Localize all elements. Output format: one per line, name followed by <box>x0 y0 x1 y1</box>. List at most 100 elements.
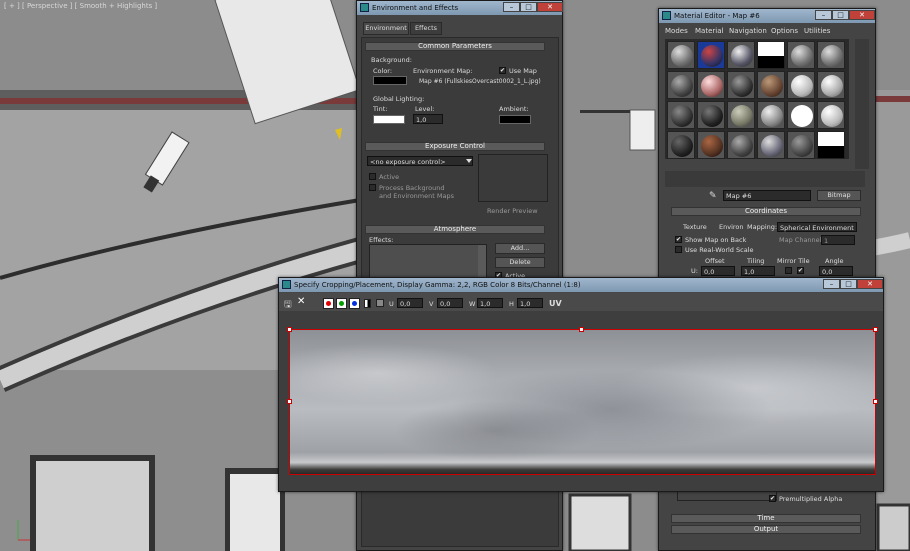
exposure-control-dropdown[interactable]: <no exposure control> <box>367 156 473 166</box>
sample-slot[interactable] <box>787 101 815 129</box>
background-color-swatch[interactable] <box>373 76 407 85</box>
environ-radio[interactable]: Environ <box>719 223 744 231</box>
close-icon[interactable]: ✕ <box>297 296 305 307</box>
crop-handle-left[interactable] <box>287 399 292 404</box>
u-angle-spinner[interactable]: 0,0 <box>819 266 853 276</box>
sample-slot[interactable] <box>667 71 695 99</box>
sample-slot[interactable] <box>787 41 815 69</box>
background-label: Background: <box>371 56 412 64</box>
sample-slot[interactable] <box>817 71 845 99</box>
sample-slot[interactable] <box>667 41 695 69</box>
mat-minimize-button[interactable]: – <box>815 10 832 20</box>
crop-handle-topright[interactable] <box>873 327 878 332</box>
sample-slot[interactable] <box>727 41 755 69</box>
u-mirror-checkbox[interactable] <box>785 267 792 274</box>
sample-slot[interactable] <box>787 71 815 99</box>
blue-channel-button[interactable] <box>349 298 360 309</box>
sample-slot[interactable] <box>697 101 725 129</box>
sample-slot[interactable] <box>757 131 785 159</box>
u-tiling-spinner[interactable]: 1,0 <box>741 266 775 276</box>
red-channel-icon <box>326 301 331 306</box>
app-icon <box>282 280 291 289</box>
sample-slot[interactable] <box>787 131 815 159</box>
mapping-dropdown[interactable]: Spherical Environment <box>777 222 857 232</box>
tab-effects[interactable]: Effects <box>410 22 442 35</box>
eyedropper-icon[interactable]: ✎ <box>709 191 719 201</box>
sample-slot[interactable] <box>727 71 755 99</box>
bottom-toolbar[interactable] <box>665 171 865 187</box>
sample-slot[interactable] <box>757 41 785 69</box>
use-map-checkbox[interactable]: ✔ <box>499 67 506 74</box>
map-type-button[interactable]: Bitmap <box>817 190 861 201</box>
sample-slot[interactable] <box>697 71 725 99</box>
sample-slot[interactable] <box>757 101 785 129</box>
alpha-channel-icon[interactable] <box>376 299 384 307</box>
mat-close-button[interactable]: ✕ <box>849 10 875 20</box>
uv-toggle[interactable]: UV <box>549 299 562 308</box>
h-size-spinner[interactable]: 1,0 <box>517 298 543 308</box>
mat-maximize-button[interactable]: □ <box>832 10 849 20</box>
tint-color-swatch[interactable] <box>373 115 405 124</box>
map-name-dropdown[interactable]: Map #6 <box>723 190 811 201</box>
premultiplied-alpha-checkbox[interactable]: ✔ <box>769 495 776 502</box>
env-close-button[interactable]: ✕ <box>537 2 563 12</box>
crop-handle-top[interactable] <box>579 327 584 332</box>
sample-slot[interactable] <box>817 101 845 129</box>
menu-navigation[interactable]: Navigation <box>729 27 767 35</box>
crop-handle-topleft[interactable] <box>287 327 292 332</box>
sample-slot[interactable] <box>697 41 725 69</box>
ambient-color-swatch[interactable] <box>499 115 531 124</box>
sample-slot[interactable] <box>817 41 845 69</box>
tiling-label: Tiling <box>747 257 765 265</box>
tab-environment[interactable]: Environment <box>363 22 409 35</box>
sample-slot[interactable] <box>727 101 755 129</box>
delete-effect-button[interactable]: Delete <box>495 257 545 268</box>
exposure-active-checkbox[interactable] <box>369 173 376 180</box>
crop-titlebar[interactable]: Specify Cropping/Placement, Display Gamm… <box>279 278 883 292</box>
menu-utilities[interactable]: Utilities <box>804 27 830 35</box>
level-spinner[interactable]: 1,0 <box>413 114 443 124</box>
crop-handle-right[interactable] <box>873 399 878 404</box>
rollout-common-parameters[interactable]: Common Parameters <box>365 42 545 51</box>
real-world-scale-checkbox[interactable] <box>675 246 682 253</box>
v-coord-spinner[interactable]: 0,0 <box>437 298 463 308</box>
side-toolbar[interactable] <box>855 39 869 169</box>
add-effect-button[interactable]: Add... <box>495 243 545 254</box>
sample-slot[interactable] <box>667 131 695 159</box>
u-coord-spinner[interactable]: 0,0 <box>397 298 423 308</box>
env-minimize-button[interactable]: – <box>503 2 520 12</box>
green-channel-button[interactable] <box>336 298 347 309</box>
red-channel-button[interactable] <box>323 298 334 309</box>
crop-maximize-button[interactable]: □ <box>840 279 857 289</box>
menu-modes[interactable]: Modes <box>665 27 688 35</box>
map-channel-spinner[interactable]: 1 <box>821 235 855 245</box>
rollout-output[interactable]: Output <box>671 525 861 534</box>
texture-radio[interactable]: Texture <box>683 223 707 231</box>
sample-slots-grid[interactable] <box>665 39 849 159</box>
show-map-on-back-checkbox[interactable]: ✔ <box>675 236 682 243</box>
mono-channel-icon[interactable] <box>364 299 371 308</box>
sample-slot[interactable] <box>697 131 725 159</box>
sample-slot[interactable] <box>817 131 845 159</box>
rollout-exposure-control[interactable]: Exposure Control <box>365 142 545 151</box>
viewport-label[interactable]: [ + ] [ Perspective ] [ Smooth + Highlig… <box>4 2 157 10</box>
u-offset-spinner[interactable]: 0,0 <box>701 266 735 276</box>
show-map-on-back-label: Show Map on Back <box>685 236 747 244</box>
rollout-time[interactable]: Time <box>671 514 861 523</box>
rollout-atmosphere[interactable]: Atmosphere <box>365 225 545 234</box>
rollout-coordinates[interactable]: Coordinates <box>671 207 861 216</box>
real-world-scale-label: Use Real-World Scale <box>685 246 754 254</box>
process-background-checkbox[interactable] <box>369 184 376 191</box>
u-tile-checkbox[interactable]: ✔ <box>797 267 804 274</box>
sample-slot[interactable] <box>727 131 755 159</box>
w-size-spinner[interactable]: 1,0 <box>477 298 503 308</box>
env-maximize-button[interactable]: □ <box>520 2 537 12</box>
menu-options[interactable]: Options <box>771 27 798 35</box>
crop-minimize-button[interactable]: – <box>823 279 840 289</box>
render-preview-button[interactable]: Render Preview <box>487 207 538 215</box>
menu-material[interactable]: Material <box>695 27 723 35</box>
sample-slot[interactable] <box>757 71 785 99</box>
environment-map-button[interactable]: Map #6 (FullskiesOvercast0002_1_L.jpg) <box>419 78 541 85</box>
sample-slot[interactable] <box>667 101 695 129</box>
crop-close-button[interactable]: ✕ <box>857 279 883 289</box>
